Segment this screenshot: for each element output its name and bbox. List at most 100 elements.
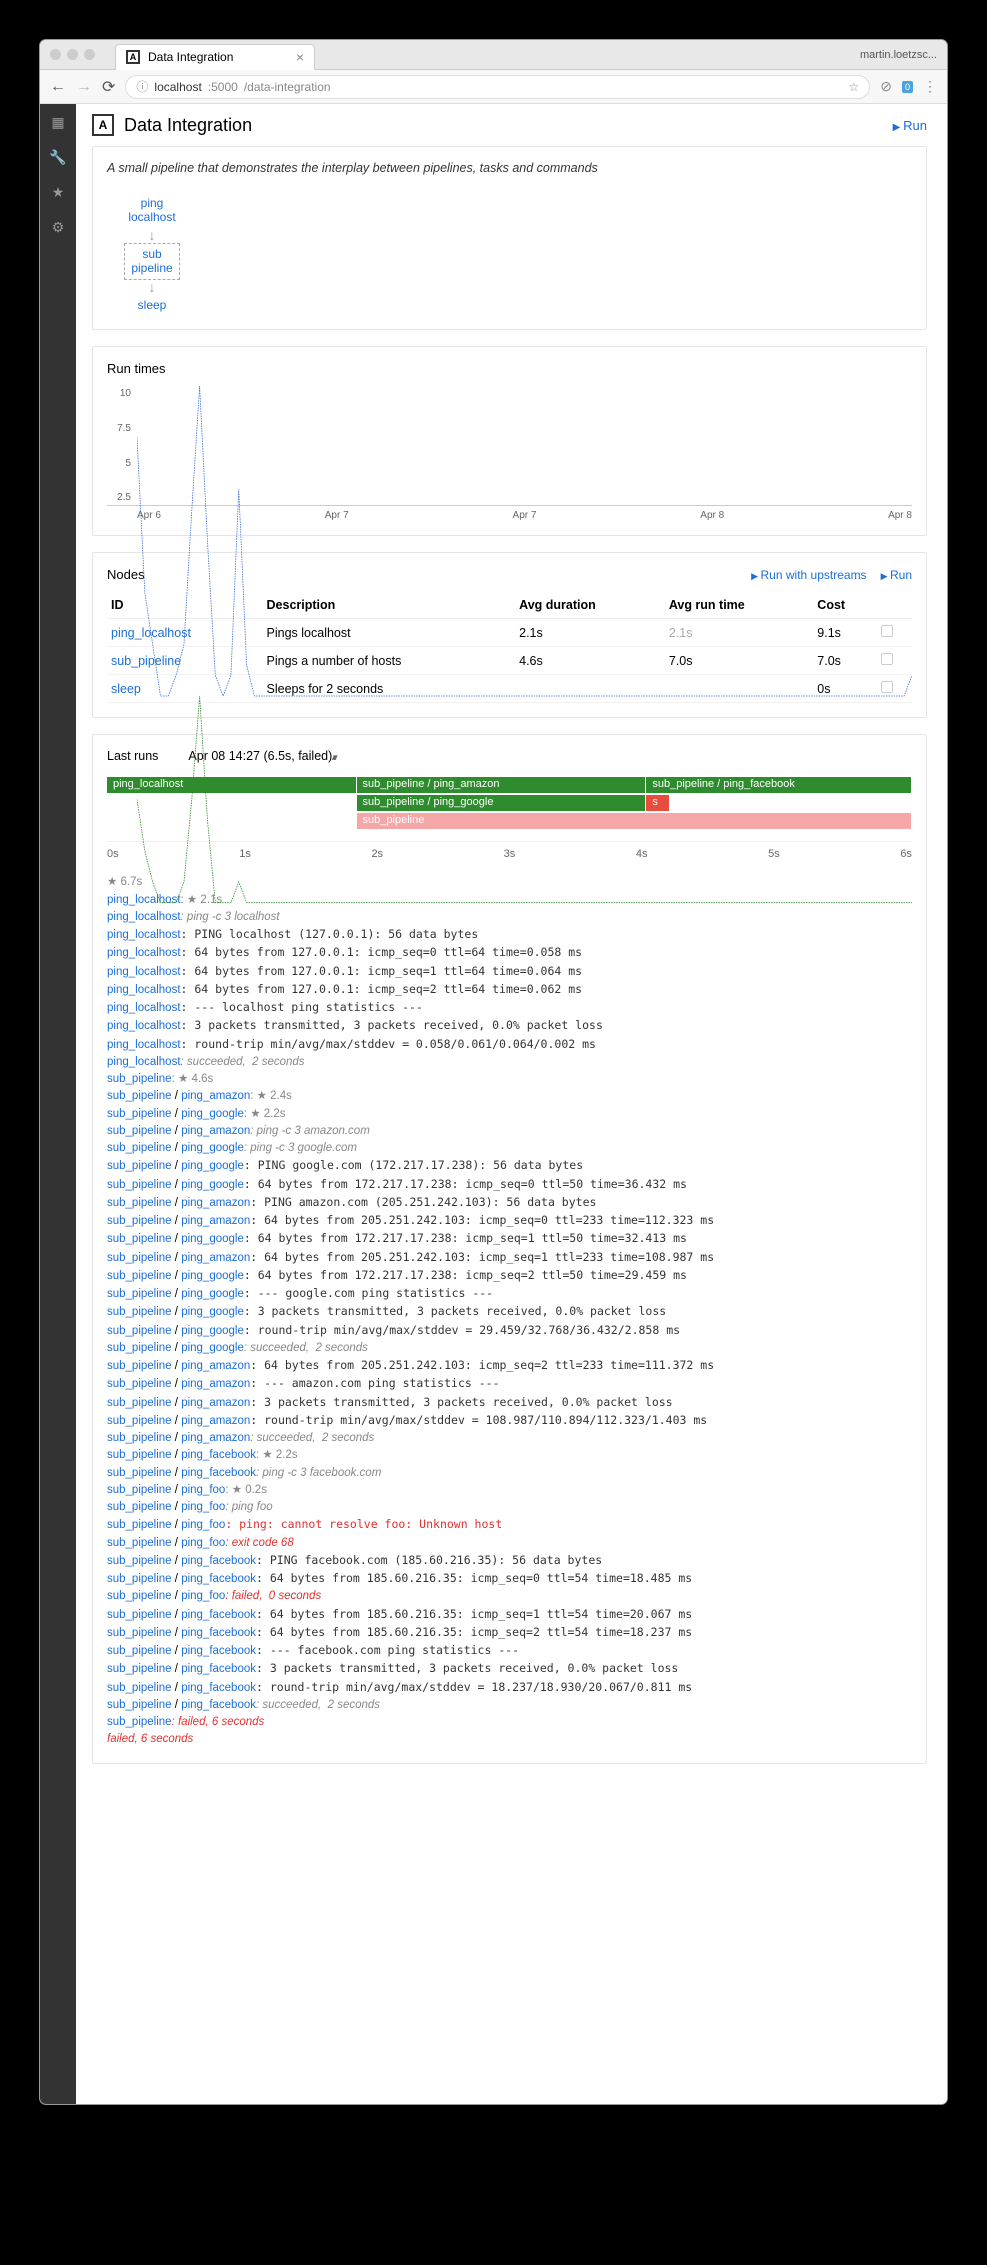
log-line: sub_pipeline / ping_facebook: succeeded,… [107,1697,912,1714]
log-line: sub_pipeline / ping_foo: exit code 68 [107,1535,912,1552]
log-node-link[interactable]: ping_amazon [181,1378,250,1390]
log-node-link[interactable]: sub_pipeline [107,1699,172,1711]
log-node-link[interactable]: sub_pipeline [107,1270,172,1282]
log-node-link[interactable]: sub_pipeline [107,1415,172,1427]
log-line: sub_pipeline / ping_google: 64 bytes fro… [107,1267,912,1285]
log-line: sub_pipeline / ping_google: 64 bytes fro… [107,1176,912,1194]
back-icon[interactable]: ← [50,78,66,96]
log-node-link[interactable]: ping_facebook [181,1555,256,1567]
log-node-link[interactable]: ping_foo [181,1484,225,1496]
log-node-link[interactable]: sub_pipeline [107,1306,172,1318]
log-node-link[interactable]: ping_google [181,1270,244,1282]
forward-icon[interactable]: → [76,78,92,96]
log-node-link[interactable]: sub_pipeline [107,1663,172,1675]
sidebar: ▦ 🔧 ★ ⚙ [40,104,76,2104]
log-node-link[interactable]: ping_google [181,1325,244,1337]
log-node-link[interactable]: ping_facebook [181,1645,256,1657]
log-node-link[interactable]: ping_amazon [181,1432,250,1444]
log-node-link[interactable]: ping_facebook [181,1573,256,1585]
log-node-link[interactable]: ping_facebook [181,1627,256,1639]
log-node-link[interactable]: ping_google [181,1233,244,1245]
app-logo: A [92,114,114,136]
log-node-link[interactable]: ping_foo [181,1501,225,1513]
log-node-link[interactable]: sub_pipeline [107,1325,172,1337]
log-node-link[interactable]: ping_foo [181,1590,225,1602]
flow-node-sleep[interactable]: sleep [132,295,173,315]
log-node-link[interactable]: sub_pipeline [107,1519,172,1531]
log-node-link[interactable]: sub_pipeline [107,1397,172,1409]
log-node-link[interactable]: sub_pipeline [107,1467,172,1479]
log-node-link[interactable]: sub_pipeline [107,1627,172,1639]
minimize-window-icon[interactable] [67,49,78,60]
log-node-link[interactable]: ping_google [181,1306,244,1318]
log-node-link[interactable]: ping_facebook [181,1449,256,1461]
log-node-link[interactable]: ping_google [181,1342,244,1354]
extension-badge[interactable]: 0 [902,81,913,93]
log-node-link[interactable]: ping_foo [181,1519,225,1531]
log-node-link[interactable]: ping_facebook [181,1467,256,1479]
log-node-link[interactable]: sub_pipeline [107,1360,172,1372]
gantt-bar[interactable]: sub_pipeline / ping_facebook [646,777,912,793]
url-input[interactable]: ⓘ localhost:5000/data-integration ☆ [125,75,870,99]
log-node-link[interactable]: ping_foo [181,1537,225,1549]
log-node-link[interactable]: sub_pipeline [107,1537,172,1549]
close-window-icon[interactable] [50,49,61,60]
bookmark-icon[interactable]: ☆ [848,80,859,94]
log-node-link[interactable]: ping_amazon [181,1197,250,1209]
log-node-link[interactable]: sub_pipeline [107,1590,172,1602]
close-tab-icon[interactable]: × [296,49,304,65]
browser-profile-label[interactable]: martin.loetzsc... [860,49,937,61]
browser-tab[interactable]: A Data Integration × [115,44,315,70]
log-node-link[interactable]: ping_amazon [181,1252,250,1264]
log-node-link[interactable]: sub_pipeline [107,1573,172,1585]
log-node-link[interactable]: ping_amazon [181,1215,250,1227]
flow-node-sub-pipeline[interactable]: sub pipeline [124,243,179,280]
gantt-bar[interactable]: sub_pipeline / ping_google [357,795,647,811]
gantt-bar[interactable]: ping_localhost [107,777,357,793]
pipeline-description: A small pipeline that demonstrates the i… [107,161,912,175]
log-node-link[interactable]: sub_pipeline [107,1449,172,1461]
log-node-link[interactable]: sub_pipeline [107,1197,172,1209]
flow-node-ping-localhost[interactable]: ping localhost [122,193,181,228]
star-icon[interactable]: ★ [52,184,65,201]
log-node-link[interactable]: sub_pipeline [107,1501,172,1513]
log-node-link[interactable]: sub_pipeline [107,1484,172,1496]
log-node-link[interactable]: ping_facebook [181,1699,256,1711]
popup-blocked-icon[interactable]: ⊘ [880,78,892,95]
log-node-link[interactable]: sub_pipeline [107,1645,172,1657]
log-node-link[interactable]: ping_amazon [181,1360,250,1372]
menu-icon[interactable]: ⋮ [923,78,937,95]
log-node-link[interactable]: sub_pipeline [107,1179,172,1191]
site-info-icon[interactable]: ⓘ [136,78,148,95]
log-node-link[interactable]: ping_facebook [181,1609,256,1621]
log-node-link[interactable]: ping_facebook [181,1663,256,1675]
gantt-bar[interactable]: sub_pipeline [357,813,912,829]
log-node-link[interactable]: sub_pipeline [107,1160,172,1172]
log-node-link[interactable]: sub_pipeline [107,1716,172,1728]
log-node-link[interactable]: sub_pipeline [107,1432,172,1444]
gear-icon[interactable]: ⚙ [52,219,65,236]
reload-icon[interactable]: ⟳ [102,77,115,97]
run-button[interactable]: Run [893,118,927,133]
log-node-link[interactable]: sub_pipeline [107,1378,172,1390]
log-node-link[interactable]: sub_pipeline [107,1215,172,1227]
wrench-icon[interactable]: 🔧 [49,149,66,166]
log-node-link[interactable]: ping_facebook [181,1682,256,1694]
log-node-link[interactable]: sub_pipeline [107,1682,172,1694]
log-node-link[interactable]: ping_amazon [181,1415,250,1427]
log-node-link[interactable]: sub_pipeline [107,1233,172,1245]
grid-icon[interactable]: ▦ [51,114,64,131]
log-node-link[interactable]: sub_pipeline [107,1342,172,1354]
log-node-link[interactable]: ping_google [181,1179,244,1191]
log-node-link[interactable]: sub_pipeline [107,1252,172,1264]
gantt-bar[interactable]: sub_pipeline / ping_amazon [357,777,647,793]
traffic-lights [50,49,95,60]
log-node-link[interactable]: sub_pipeline [107,1288,172,1300]
maximize-window-icon[interactable] [84,49,95,60]
log-node-link[interactable]: sub_pipeline [107,1555,172,1567]
gantt-bar[interactable]: s [646,795,670,811]
log-node-link[interactable]: ping_google [181,1160,244,1172]
log-node-link[interactable]: ping_google [181,1288,244,1300]
log-node-link[interactable]: sub_pipeline [107,1609,172,1621]
log-node-link[interactable]: ping_amazon [181,1397,250,1409]
